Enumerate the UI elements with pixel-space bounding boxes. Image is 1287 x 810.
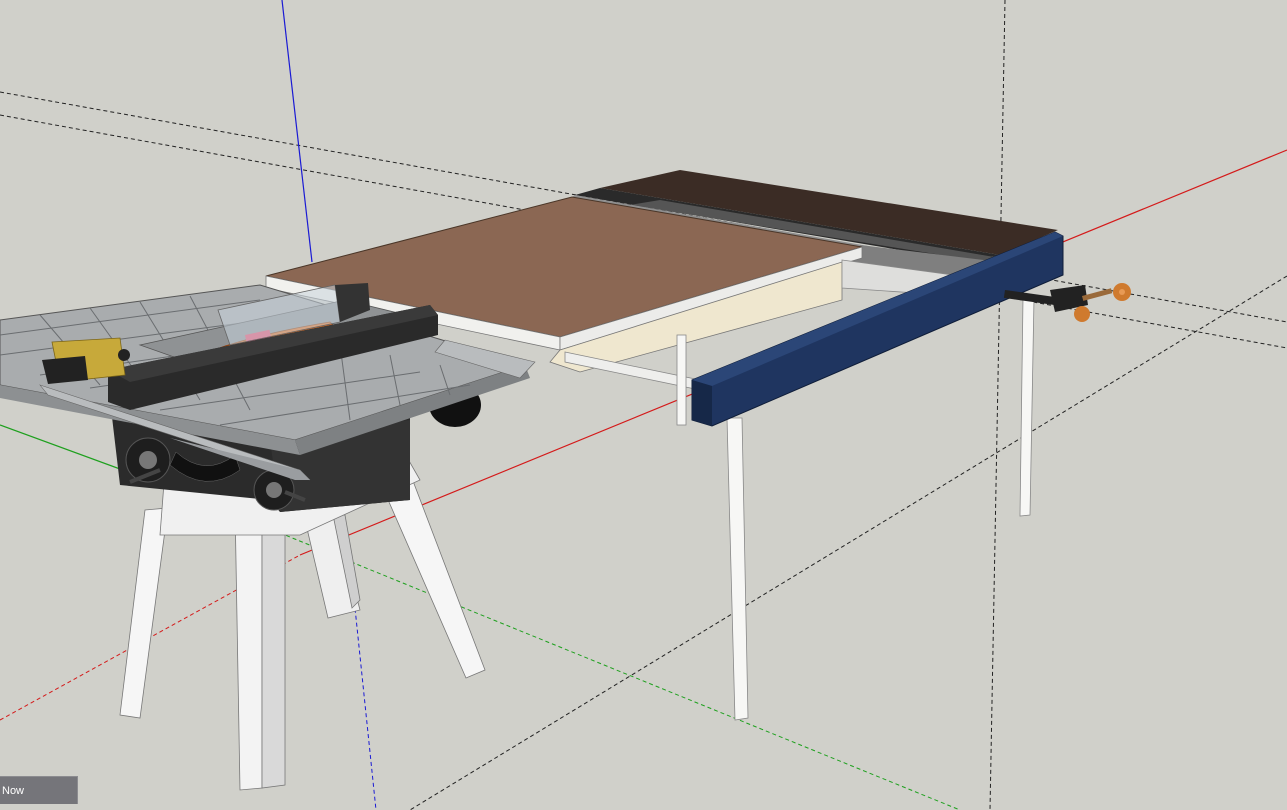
right-leg bbox=[1019, 297, 1035, 517]
blue-axis bbox=[281, 0, 313, 263]
stand-leg-front-center bbox=[234, 504, 263, 791]
handwheel-hub bbox=[139, 451, 157, 469]
fence-lock-knob bbox=[118, 349, 130, 361]
scene-tab-now[interactable]: Now bbox=[0, 776, 78, 804]
modeling-viewport[interactable]: Now bbox=[0, 0, 1287, 810]
handwheel-hub-2 bbox=[266, 482, 282, 498]
clamp-handle-knob-2 bbox=[1074, 306, 1090, 322]
guide-line bbox=[989, 0, 1006, 810]
clamp-highlight bbox=[1119, 289, 1125, 295]
fence-lock-handle bbox=[42, 356, 88, 384]
clamp-screw bbox=[1082, 288, 1113, 301]
stand-leg-front-left bbox=[119, 507, 169, 719]
front-left-leg bbox=[726, 417, 749, 721]
back-left-leg bbox=[676, 334, 687, 426]
3d-scene[interactable] bbox=[0, 0, 1287, 810]
table-saw[interactable] bbox=[0, 283, 536, 791]
stand-leg-front-side bbox=[261, 499, 286, 789]
fence-rail-end bbox=[692, 380, 712, 426]
